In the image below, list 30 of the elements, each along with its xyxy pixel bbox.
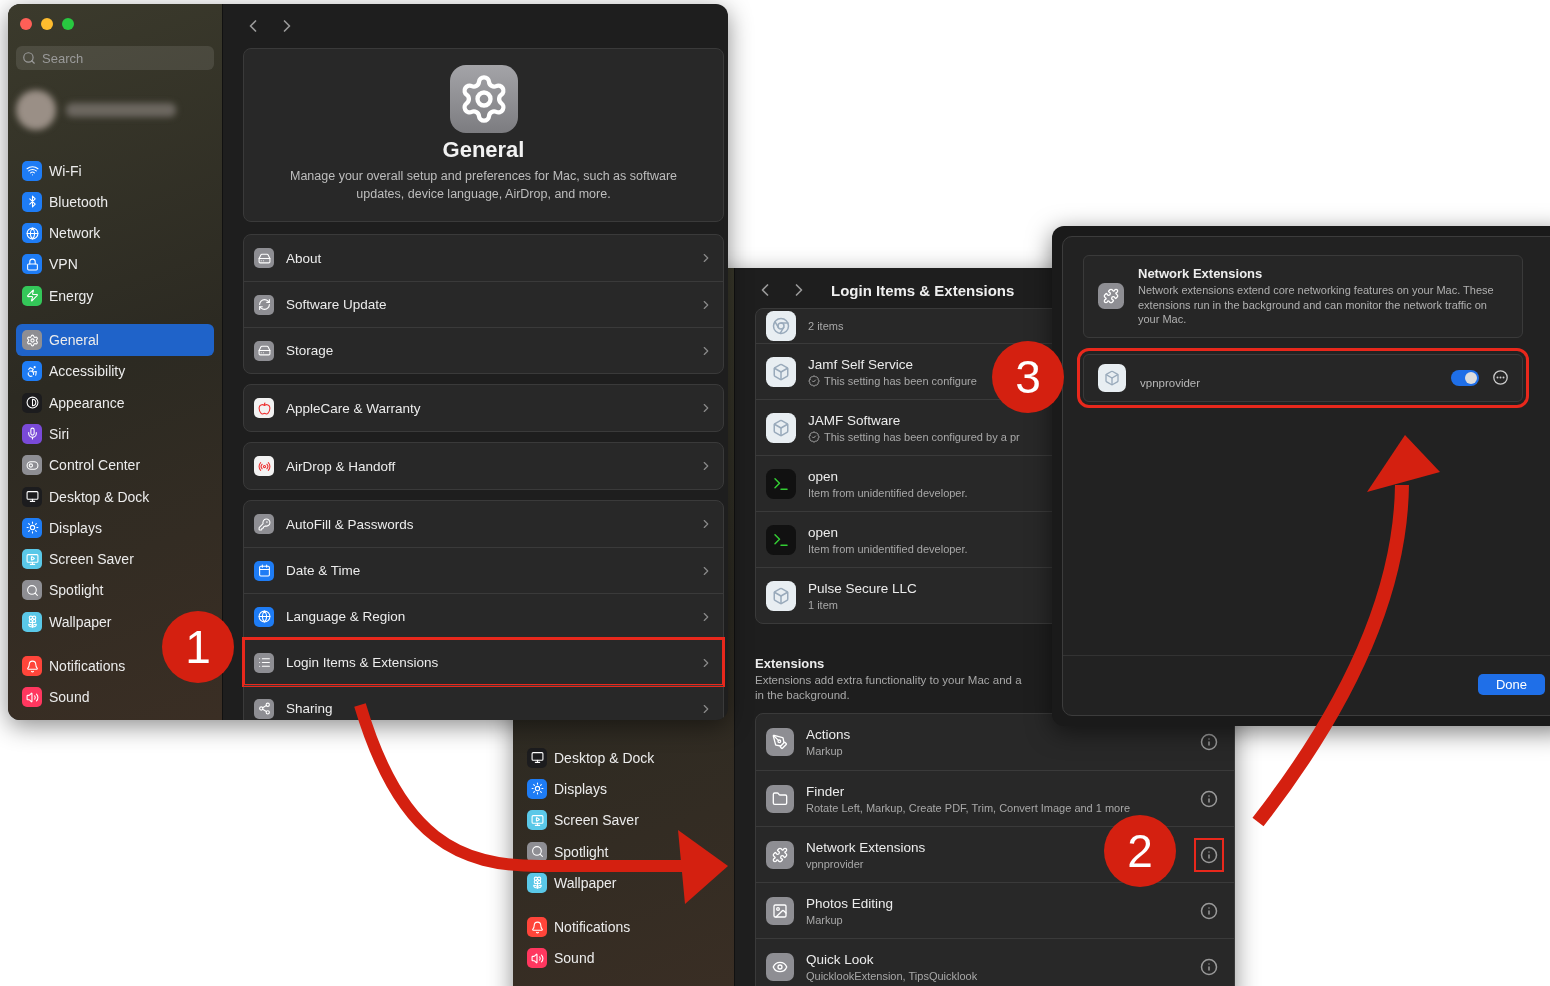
item-title: Photos Editing — [806, 895, 894, 911]
sheet-title: Network Extensions — [1138, 266, 1264, 281]
item-title: Finder — [806, 783, 845, 799]
item-title: Jamf Self Service — [808, 356, 914, 372]
page-title: General — [442, 137, 525, 163]
item-subtitle: QuicklookExtension, TipsQuicklook — [806, 969, 978, 982]
page-description: Manage your overall setup and preferences for Mac, such as software updates, device language, AirDrop, and more. — [289, 168, 678, 203]
item-subtitle: 2 items — [808, 320, 844, 332]
item-title: Quick Look — [806, 951, 874, 967]
item-subtitle: Rotate Left, Markup, Create PDF, Trim, Convert Image and 1 more — [806, 801, 1131, 814]
item-title: Pulse Secure LLC — [808, 580, 917, 596]
section-description: in the background. — [755, 688, 850, 703]
item-title: open — [808, 524, 839, 540]
item-subtitle: Item from unidentified developer. — [808, 542, 968, 555]
item-subtitle: Markup — [806, 745, 843, 757]
sheet-description: Network extensions extend core networking features on your Mac. These extensions run in the background and can monitor the network traffic on your Mac. — [1138, 283, 1495, 327]
item-subtitle: This setting has been configure — [824, 374, 977, 387]
item-subtitle: Item from unidentified developer. — [808, 486, 968, 499]
item-title: open — [808, 468, 839, 484]
item-subtitle: This setting has been configured by a pr — [824, 430, 1020, 443]
item-subtitle: Markup — [806, 913, 843, 926]
item-subtitle: vpnprovider — [806, 857, 864, 870]
item-title: Network Extensions — [806, 839, 926, 855]
section-description: Extensions add extra functionality to your Mac and a — [755, 673, 1022, 688]
item-title: JAMF Software — [808, 412, 901, 428]
item-subtitle: 1 item — [808, 598, 838, 611]
extension-name: vpnprovider — [1140, 375, 1202, 389]
section-title: Extensions — [755, 656, 826, 671]
window-title: Login Items & Extensions — [831, 281, 1015, 299]
item-title: Actions — [806, 727, 851, 742]
